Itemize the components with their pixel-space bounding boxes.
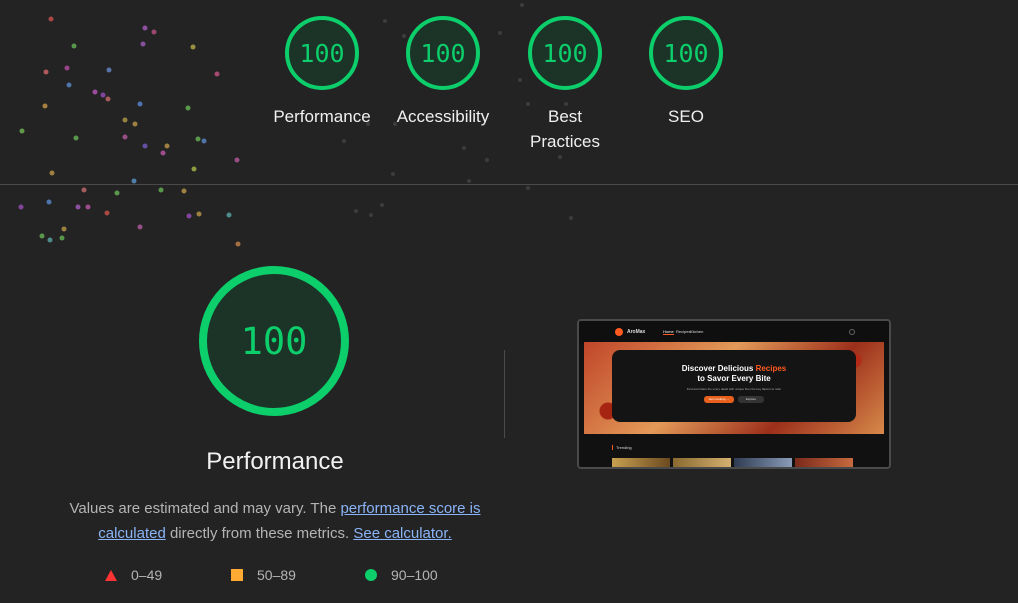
- logo-icon: [615, 328, 623, 336]
- legend-fail: 0–49: [105, 567, 162, 583]
- legend-pass: 90–100: [365, 567, 438, 583]
- thumbnail-trending-label: Trending: [612, 445, 632, 450]
- gauge-seo[interactable]: 100 SEO: [631, 16, 741, 129]
- hero-subtitle: Find and share the every detail with uni…: [686, 387, 782, 391]
- circle-icon: [365, 569, 377, 581]
- hero-buttons: Get Cooking → Explore: [612, 396, 856, 403]
- hero-secondary-button: Explore: [738, 396, 764, 403]
- gauge-ring: 100: [528, 16, 602, 90]
- recipe-thumb: [612, 458, 670, 467]
- hero-heading-line2: to Savor Every Bite: [697, 374, 771, 383]
- hero-card: Discover Delicious Recipes to Savor Every…: [612, 350, 856, 422]
- thumbnail-navbar: AroMax Home Recipes Kitchen: [579, 321, 889, 343]
- recipe-thumb: [795, 458, 853, 467]
- performance-title: Performance: [206, 448, 344, 475]
- note-text: directly from these metrics.: [165, 525, 354, 542]
- gauge-performance[interactable]: 100 Performance: [267, 16, 377, 129]
- thumbnail-nav-item: Recipes: [676, 329, 691, 334]
- page-screenshot-thumbnail[interactable]: AroMax Home Recipes Kitchen Discover Del…: [577, 319, 891, 469]
- recipe-thumb: [734, 458, 792, 467]
- legend-range: 0–49: [131, 567, 163, 583]
- gauge-ring: 100: [649, 16, 723, 90]
- thumbnail-nav-item: Kitchen: [690, 329, 704, 334]
- gauge-ring: 100: [285, 16, 359, 90]
- gauge-accessibility[interactable]: 100 Accessibility: [388, 16, 498, 129]
- hero-heading: Discover Delicious Recipes to Savor Every…: [612, 364, 856, 384]
- thumbnail-hero: Discover Delicious Recipes to Savor Every…: [584, 342, 884, 434]
- gauge-label: Performance: [273, 107, 371, 126]
- gauge-label: Accessibility: [396, 107, 490, 126]
- gauge-label: SEO: [668, 107, 704, 126]
- square-icon: [231, 569, 243, 581]
- thumbnail-nav-item: Home: [663, 329, 674, 335]
- vertical-divider: [504, 350, 505, 438]
- search-icon: [849, 329, 855, 335]
- triangle-icon: [105, 569, 117, 581]
- metrics-note: Values are estimated and may vary. The p…: [68, 496, 482, 546]
- hero-heading-accent: Recipes: [755, 364, 787, 373]
- category-gauges: 100 Performance 100 Accessibility 100 Be…: [0, 0, 1018, 184]
- legend-range: 90–100: [391, 567, 438, 583]
- score-legend: 0–49 50–89 90–100: [0, 567, 520, 587]
- legend-average: 50–89: [231, 567, 296, 583]
- gauge-ring: 100: [406, 16, 480, 90]
- legend-range: 50–89: [257, 567, 296, 583]
- see-calculator-link[interactable]: See calculator.: [353, 525, 451, 542]
- hero-heading-text: Discover Delicious: [681, 364, 756, 373]
- gauge-label: Best Practices: [530, 107, 600, 151]
- hero-primary-button: Get Cooking →: [704, 396, 734, 403]
- thumbnail-brand: AroMax: [627, 329, 646, 335]
- gauge-best-practices[interactable]: 100 Best Practices: [510, 16, 620, 154]
- section-divider: [0, 184, 1018, 185]
- thumbnail-recipe-cards: [612, 458, 853, 467]
- recipe-thumb: [673, 458, 731, 467]
- note-text: Values are estimated and may vary. The: [69, 500, 341, 517]
- performance-score-gauge: 100: [199, 266, 349, 416]
